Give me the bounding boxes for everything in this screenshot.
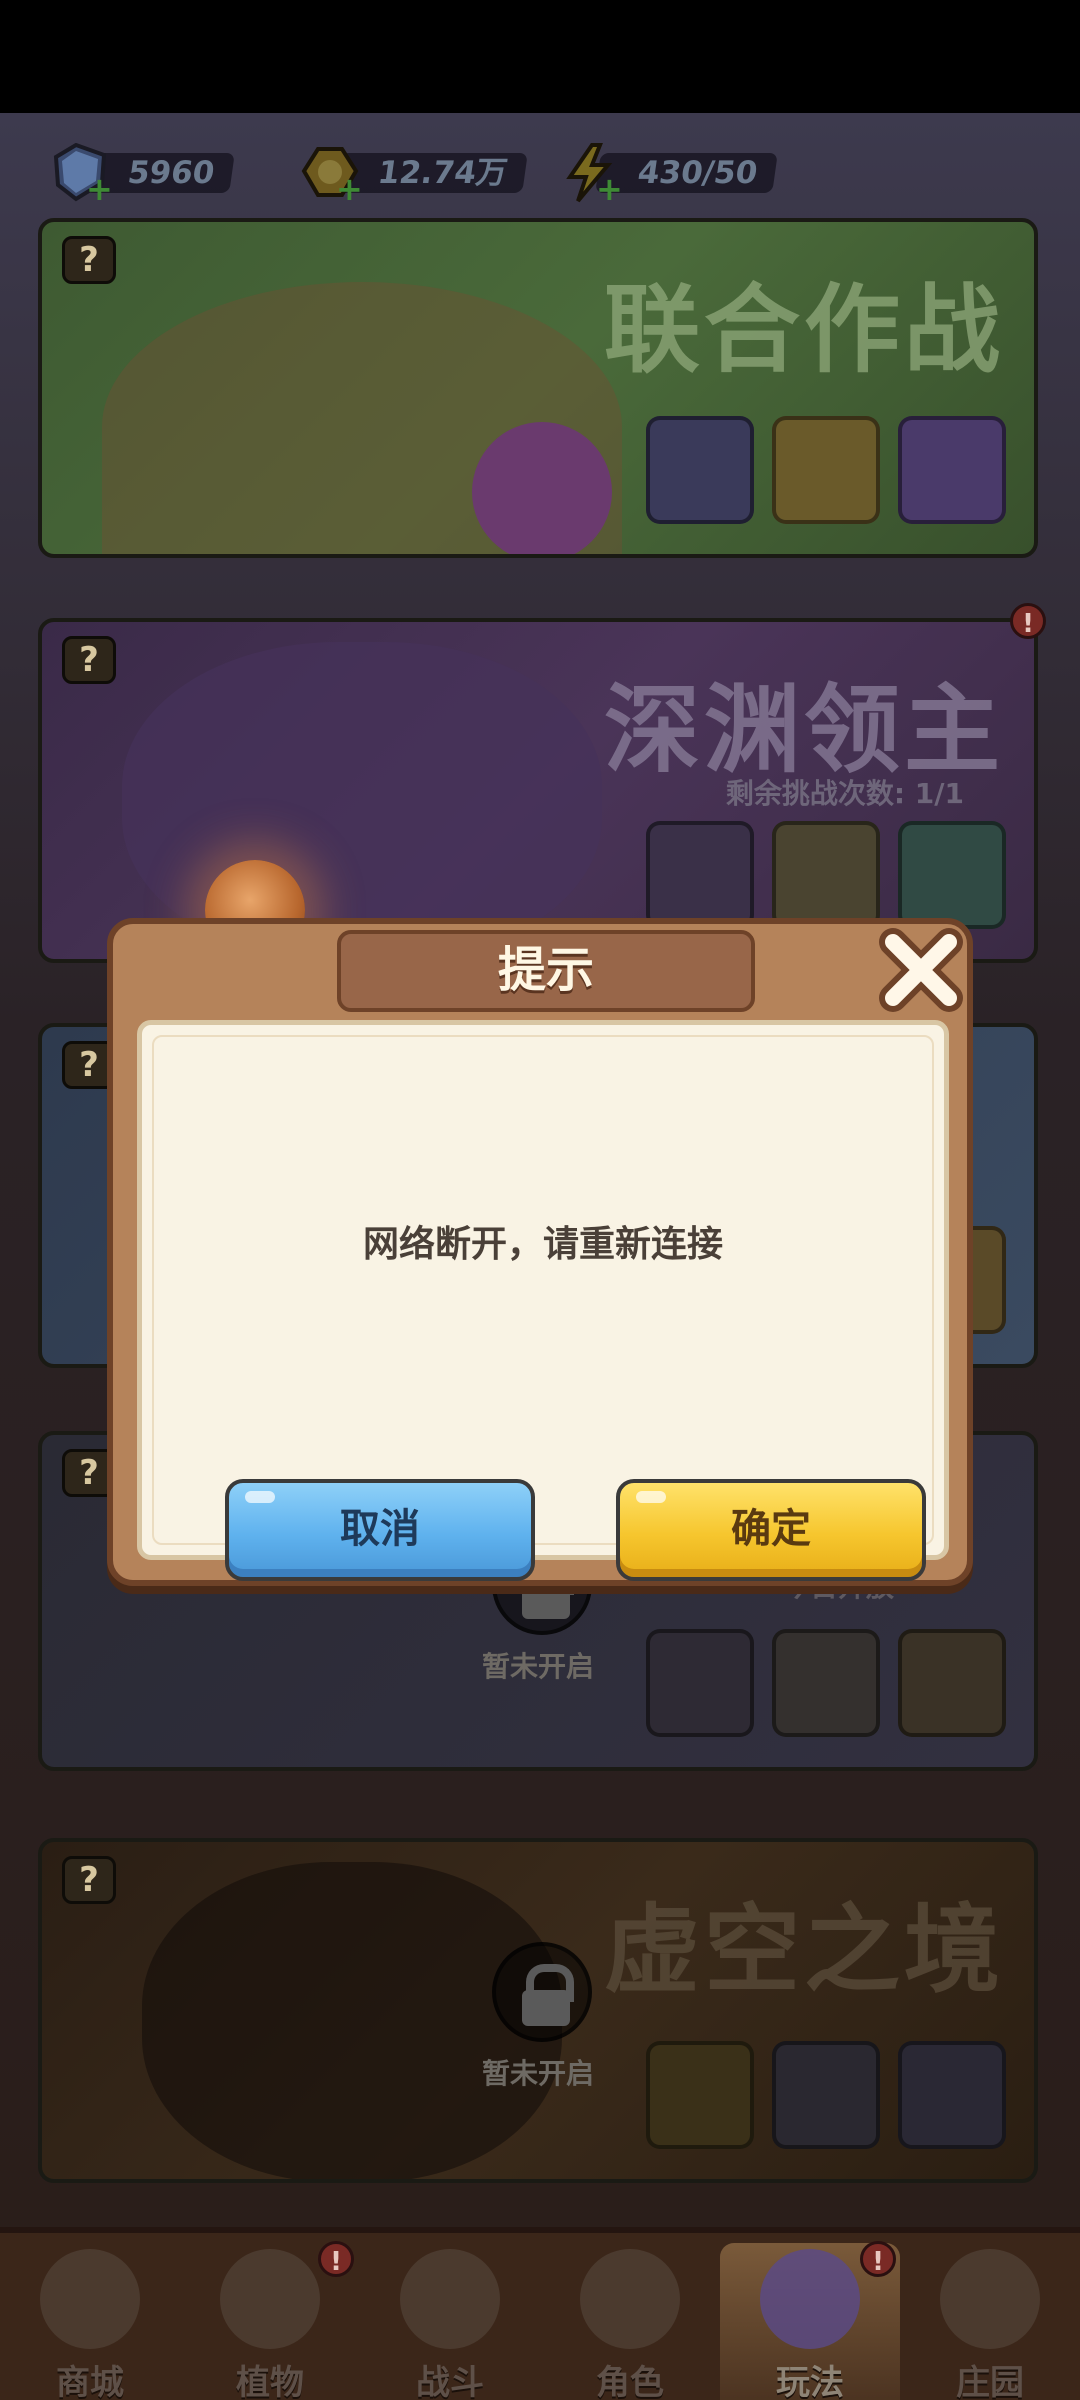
status-bar: [0, 0, 1080, 113]
confirm-button[interactable]: 确定: [616, 1479, 926, 1581]
dialog-panel: 网络断开，请重新连接 取消 确定: [137, 1020, 949, 1581]
close-icon: [879, 928, 963, 1012]
close-button[interactable]: [875, 924, 967, 1016]
network-error-dialog: 提示 网络断开，请重新连接 取消 确定: [107, 918, 973, 1586]
dialog-title: 提示: [337, 930, 755, 1012]
dialog-message: 网络断开，请重新连接: [362, 1224, 723, 1265]
cancel-button[interactable]: 取消: [225, 1479, 535, 1581]
